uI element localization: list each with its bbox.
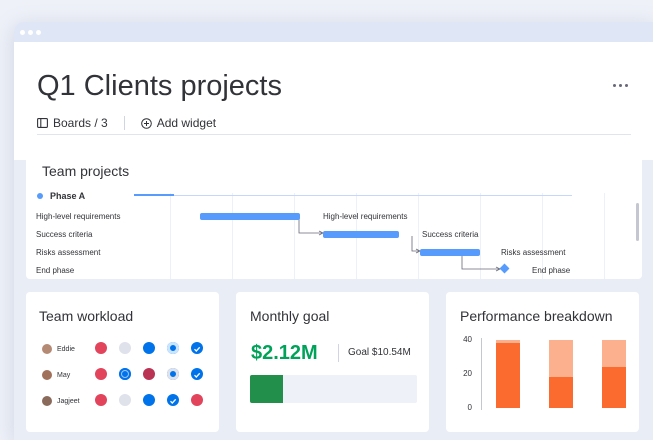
performance-breakdown-title: Performance breakdown	[460, 308, 613, 324]
workload-dot[interactable]	[95, 342, 107, 354]
y-tick-label: 40	[463, 335, 472, 344]
goal-amount: $2.12M	[251, 342, 318, 364]
bar-segment-primary	[496, 343, 520, 408]
workload-check-icon[interactable]	[191, 342, 203, 354]
bar-segment-secondary	[549, 340, 573, 378]
window-control-dot[interactable]	[28, 30, 33, 35]
header-divider	[37, 134, 631, 135]
workload-dot[interactable]	[191, 394, 203, 406]
y-axis	[481, 338, 482, 410]
workload-person: Jagjeet	[42, 396, 80, 406]
dashboard-toolbar: Boards / 3 Add widget	[37, 114, 216, 132]
y-tick-label: 0	[467, 403, 472, 412]
person-name: May	[57, 371, 71, 379]
workload-dot[interactable]	[167, 342, 179, 354]
gantt-bar-label: Risks assessment	[501, 248, 566, 257]
avatar	[42, 344, 52, 354]
workload-dot[interactable]	[95, 368, 107, 380]
more-dot	[612, 83, 616, 87]
team-projects-widget: Team projects Phase A High-level require…	[26, 147, 642, 279]
add-circle-icon	[140, 117, 152, 129]
goal-progress-bar	[250, 375, 417, 403]
monthly-goal-title: Monthly goal	[250, 308, 330, 324]
workload-person: May	[42, 370, 70, 380]
avatar	[42, 396, 52, 406]
bar-segment-secondary	[602, 340, 626, 368]
add-widget-button[interactable]: Add widget	[140, 116, 217, 130]
workload-dot[interactable]	[95, 394, 107, 406]
performance-breakdown-widget: Performance breakdown 40 20 0	[446, 292, 639, 432]
app-window: Q1 Clients projects Boards / 3 Add widge…	[14, 22, 653, 440]
more-options-button[interactable]	[608, 78, 632, 92]
workload-check-icon[interactable]	[191, 368, 203, 380]
workload-check-icon[interactable]	[167, 394, 179, 406]
goal-progress-fill	[250, 375, 284, 403]
workload-dot[interactable]	[119, 368, 131, 380]
boards-button[interactable]: Boards / 3	[37, 116, 108, 130]
workload-dot[interactable]	[143, 394, 155, 406]
window-control-dot[interactable]	[36, 30, 41, 35]
vertical-scrollbar[interactable]	[636, 203, 639, 241]
gantt-bar-label: Success criteria	[422, 230, 479, 239]
team-workload-widget: Team workload Eddie May Jagjeet	[26, 292, 219, 432]
gantt-bar-label: End phase	[532, 266, 571, 275]
performance-bar[interactable]	[496, 340, 520, 408]
bar-segment-primary	[549, 377, 573, 408]
person-name: Jagjeet	[57, 397, 80, 405]
monthly-goal-widget: Monthly goal $2.12M Goal $10.54M	[236, 292, 429, 432]
boards-label: Boards / 3	[53, 116, 108, 130]
more-dot	[624, 83, 628, 87]
workload-dot[interactable]	[119, 394, 131, 406]
gantt-bar-label: High-level requirements	[323, 212, 408, 221]
workload-dot[interactable]	[143, 368, 155, 380]
avatar	[42, 370, 52, 380]
workload-dot[interactable]	[119, 342, 131, 354]
gantt-task-bar[interactable]	[323, 231, 399, 238]
gantt-task-bar[interactable]	[420, 249, 480, 256]
workload-person: Eddie	[42, 344, 75, 354]
performance-bar[interactable]	[549, 340, 573, 408]
y-tick-label: 20	[463, 369, 472, 378]
gantt-task-bar[interactable]	[200, 213, 300, 220]
window-titlebar	[14, 22, 653, 42]
workload-dot[interactable]	[143, 342, 155, 354]
bar-segment-primary	[602, 367, 626, 408]
goal-target: Goal $10.54M	[348, 347, 411, 358]
bar-segment-secondary	[496, 340, 520, 344]
window-control-dot[interactable]	[20, 30, 25, 35]
board-icon	[37, 118, 48, 128]
performance-bar[interactable]	[602, 340, 626, 408]
workload-dot[interactable]	[167, 368, 179, 380]
toolbar-divider	[123, 116, 125, 130]
person-name: Eddie	[57, 345, 75, 353]
page-title: Q1 Clients projects	[37, 70, 282, 102]
team-workload-title: Team workload	[39, 308, 134, 324]
goal-divider	[338, 344, 339, 362]
more-dot	[618, 83, 622, 87]
add-widget-label: Add widget	[156, 116, 217, 130]
